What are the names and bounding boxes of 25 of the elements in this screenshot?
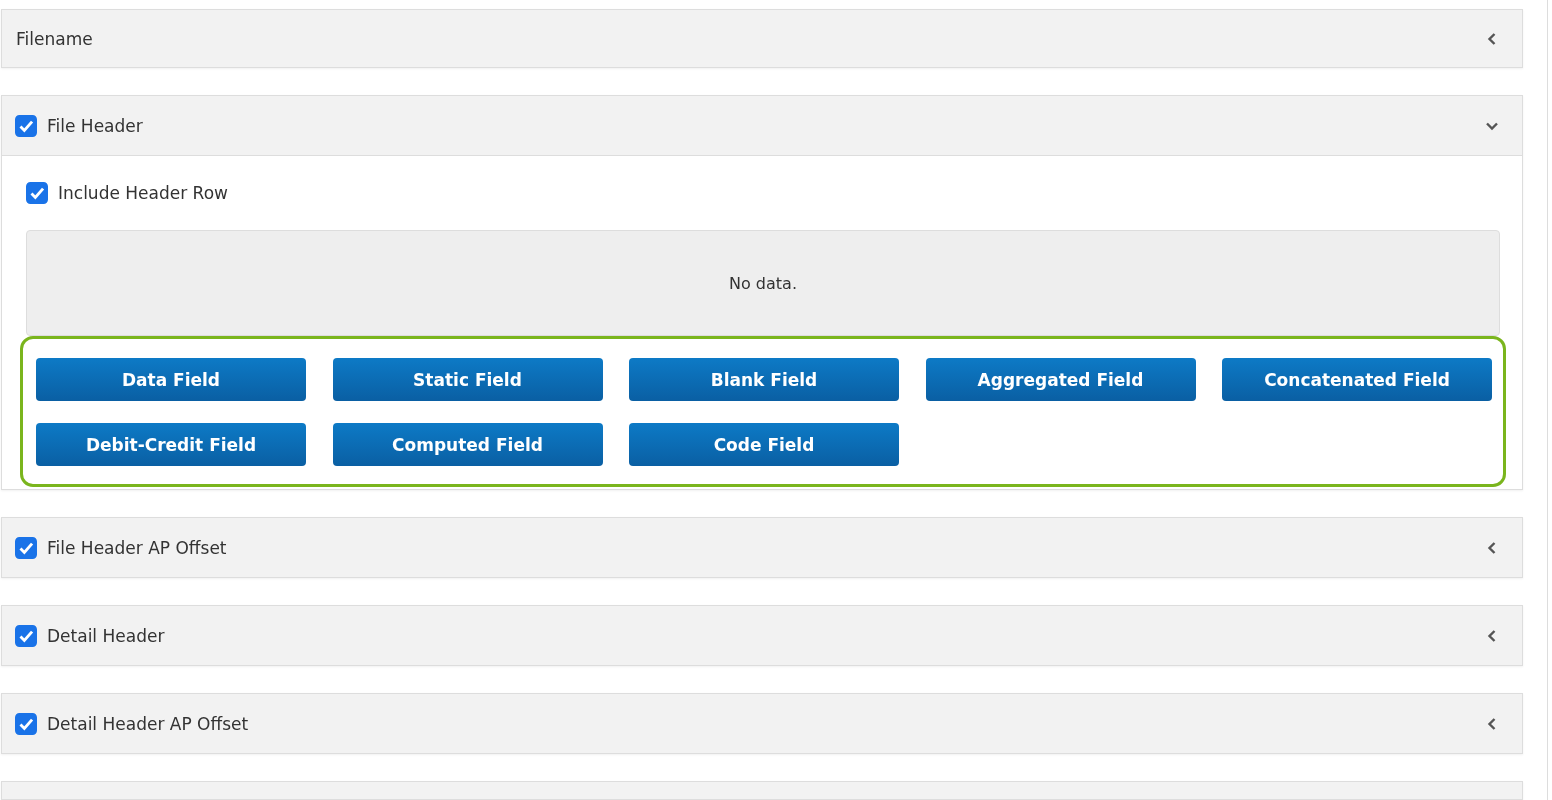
section-title: File Header: [47, 115, 144, 136]
section-title: Detail Header AP Offset: [47, 713, 250, 734]
field-button[interactable]: Code Field: [629, 423, 899, 466]
empty-message: No data.: [729, 273, 797, 293]
checkbox[interactable]: [15, 114, 37, 137]
field-button[interactable]: Data Field: [36, 358, 306, 401]
checkbox[interactable]: [26, 182, 48, 204]
section-header[interactable]: Filename: [2, 10, 1522, 67]
section-title: Filename: [16, 28, 94, 49]
checkbox[interactable]: [15, 624, 37, 647]
field-button[interactable]: Computed Field: [332, 423, 603, 466]
checkbox-label: Include Header Row: [58, 183, 228, 203]
field-button[interactable]: Debit-Credit Field: [36, 423, 306, 466]
section-header[interactable]: File Header: [2, 96, 1522, 155]
field-button[interactable]: Concatenated Field: [1222, 358, 1492, 401]
field-button[interactable]: Blank Field: [629, 358, 899, 401]
field-button[interactable]: Static Field: [332, 358, 603, 401]
section-title: File Header AP Offset: [47, 537, 228, 558]
section-header[interactable]: File Header AP Offset: [2, 518, 1522, 577]
checkbox[interactable]: [15, 536, 37, 559]
section-title: Detail Header: [47, 625, 166, 646]
field-button[interactable]: Aggregated Field: [925, 358, 1196, 401]
checkbox[interactable]: [15, 712, 37, 735]
section-header[interactable]: Detail Header: [2, 606, 1522, 665]
section-header[interactable]: Detail Header AP Offset: [2, 694, 1522, 753]
